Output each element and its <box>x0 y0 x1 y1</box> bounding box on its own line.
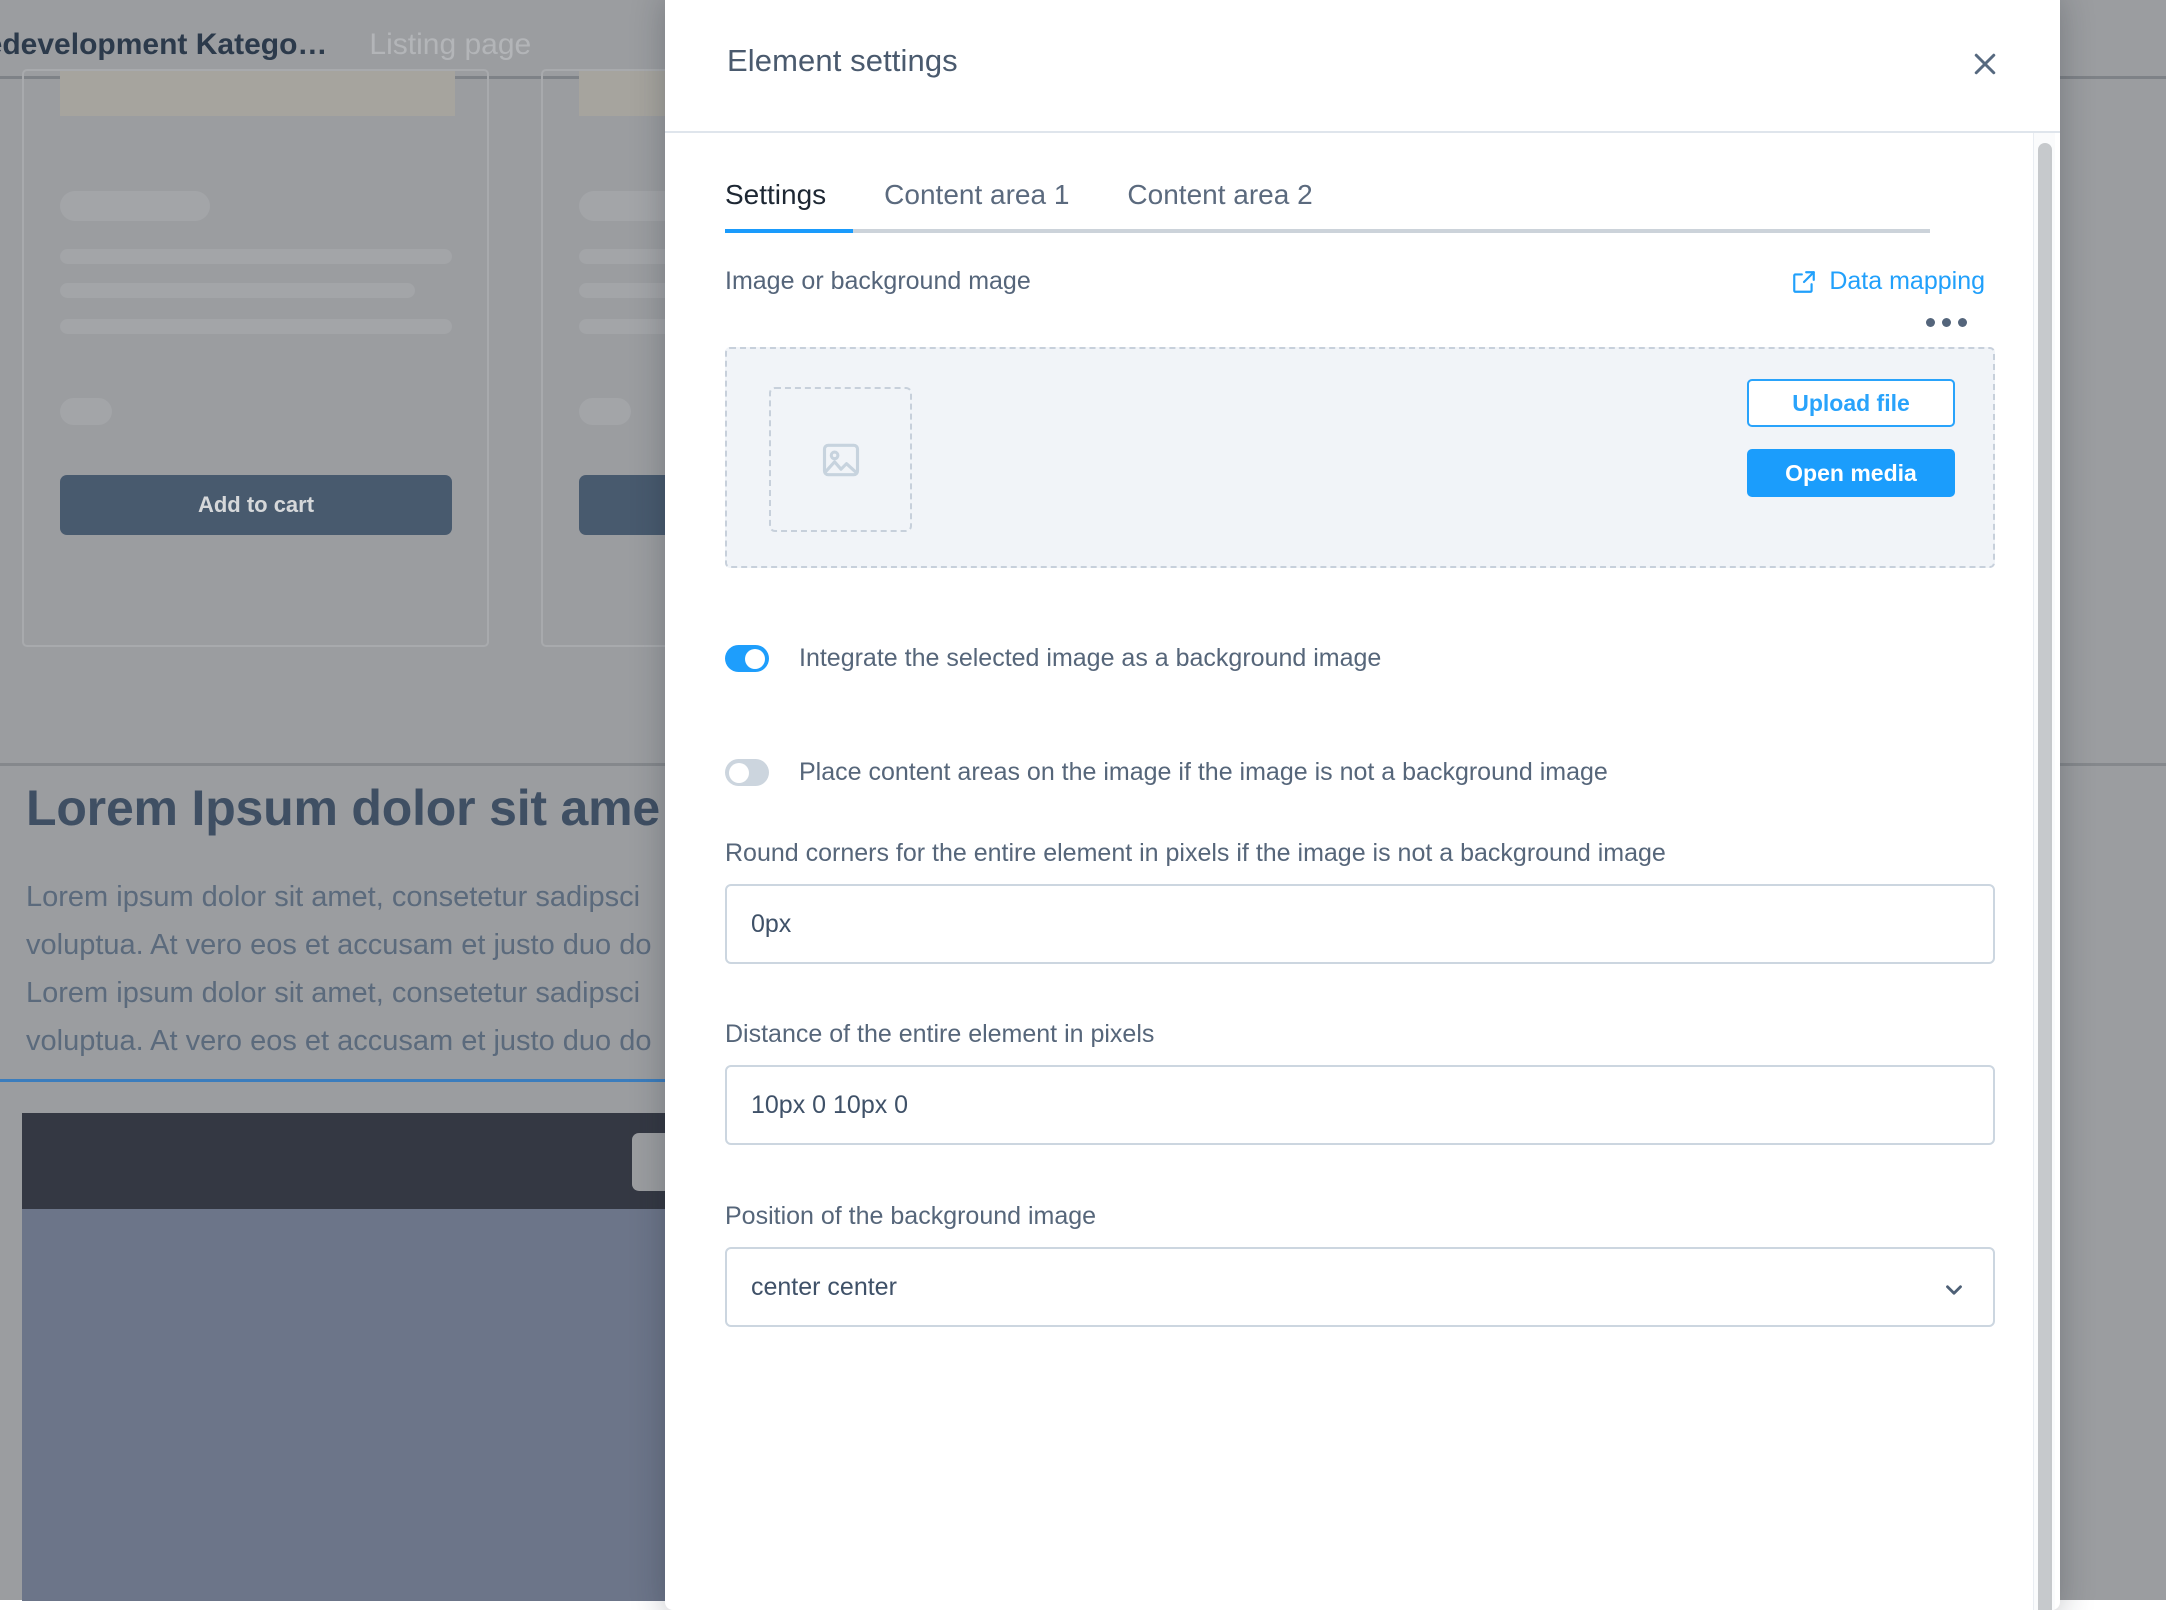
paragraph-line: Lorem ipsum dolor sit amet, consetetur s… <box>26 977 640 1009</box>
selection-indicator <box>0 1079 700 1082</box>
hero-banner-dark: Ne <box>22 1113 712 1209</box>
skeleton-line <box>60 249 452 264</box>
element-distance-field: Distance of the entire element in pixels <box>725 1020 1995 1145</box>
background-image-toggle-label: Integrate the selected image as a backgr… <box>799 644 1381 673</box>
image-placeholder-icon <box>819 438 863 482</box>
toggle-knob <box>729 763 749 783</box>
element-distance-label: Distance of the entire element in pixels <box>725 1020 1995 1049</box>
skeleton-price <box>60 398 112 425</box>
open-media-button[interactable]: Open media <box>1747 449 1955 497</box>
overflow-menu-row <box>725 312 1995 333</box>
data-mapping-link[interactable]: Data mapping <box>1791 267 1995 296</box>
ellipsis-icon[interactable] <box>1920 312 1973 333</box>
product-card[interactable]: Add to cart <box>22 69 489 647</box>
background-image-toggle[interactable] <box>725 645 769 672</box>
image-dropzone[interactable]: Upload file Open media <box>725 347 1995 568</box>
data-mapping-label: Data mapping <box>1829 267 1985 296</box>
modal-tabs: Settings Content area 1 Content area 2 <box>725 133 1995 233</box>
content-areas-toggle[interactable] <box>725 759 769 786</box>
page-title: redevelopment Katego… <box>0 28 327 62</box>
ellipsis-dot <box>1942 318 1951 327</box>
product-image-placeholder <box>60 71 455 116</box>
background-position-field: Position of the background image <box>725 1202 1995 1327</box>
modal-body: Settings Content area 1 Content area 2 I… <box>665 133 2060 1610</box>
toggle-knob <box>745 649 765 669</box>
skeleton-price <box>579 398 631 425</box>
background-position-select-wrap <box>725 1247 1995 1327</box>
external-link-icon <box>1791 269 1817 295</box>
tab-content-area-1[interactable]: Content area 1 <box>884 179 1069 233</box>
image-section-label: Image or background mage <box>725 267 1031 296</box>
skeleton-title <box>60 191 210 221</box>
hero-banner-body <box>22 1209 712 1601</box>
modal-title: Element settings <box>727 43 958 79</box>
upload-file-button[interactable]: Upload file <box>1747 379 1955 427</box>
round-corners-input[interactable] <box>725 884 1995 964</box>
image-thumbnail-slot <box>769 387 912 532</box>
element-settings-modal: Element settings Settings Content area 1… <box>665 0 2060 1610</box>
round-corners-field: Round corners for the entire element in … <box>725 839 1995 964</box>
skeleton-line <box>60 283 415 298</box>
ellipsis-dot <box>1958 318 1967 327</box>
page-subtitle: Listing page <box>369 28 531 62</box>
skeleton-line <box>60 319 452 334</box>
modal-header: Element settings <box>665 0 2060 133</box>
tabs-active-underline <box>725 229 853 233</box>
image-section-header: Image or background mage Data mapping <box>725 267 1995 296</box>
modal-scrollbar[interactable] <box>2033 133 2055 1610</box>
dropzone-actions: Upload file Open media <box>1747 379 1955 497</box>
tab-content-area-2[interactable]: Content area 2 <box>1127 179 1312 233</box>
paragraph-line: voluptua. At vero eos et accusam et just… <box>26 1025 652 1057</box>
background-image-toggle-row: Integrate the selected image as a backgr… <box>725 644 1995 673</box>
tabs-underline <box>725 229 1930 233</box>
element-distance-input[interactable] <box>725 1065 1995 1145</box>
tab-settings[interactable]: Settings <box>725 179 826 233</box>
content-areas-toggle-label: Place content areas on the image if the … <box>799 758 1608 787</box>
round-corners-label: Round corners for the entire element in … <box>725 839 1995 868</box>
modal-scrollbar-thumb[interactable] <box>2038 143 2052 1610</box>
paragraph-line: Lorem ipsum dolor sit amet, consetetur s… <box>26 881 640 913</box>
close-icon[interactable] <box>1963 42 2007 86</box>
ellipsis-dot <box>1926 318 1935 327</box>
content-areas-toggle-row: Place content areas on the image if the … <box>725 758 1995 787</box>
background-position-select[interactable] <box>725 1247 1995 1327</box>
paragraph-line: voluptua. At vero eos et accusam et just… <box>26 929 652 961</box>
background-position-label: Position of the background image <box>725 1202 1995 1231</box>
add-to-cart-button[interactable]: Add to cart <box>60 475 452 535</box>
